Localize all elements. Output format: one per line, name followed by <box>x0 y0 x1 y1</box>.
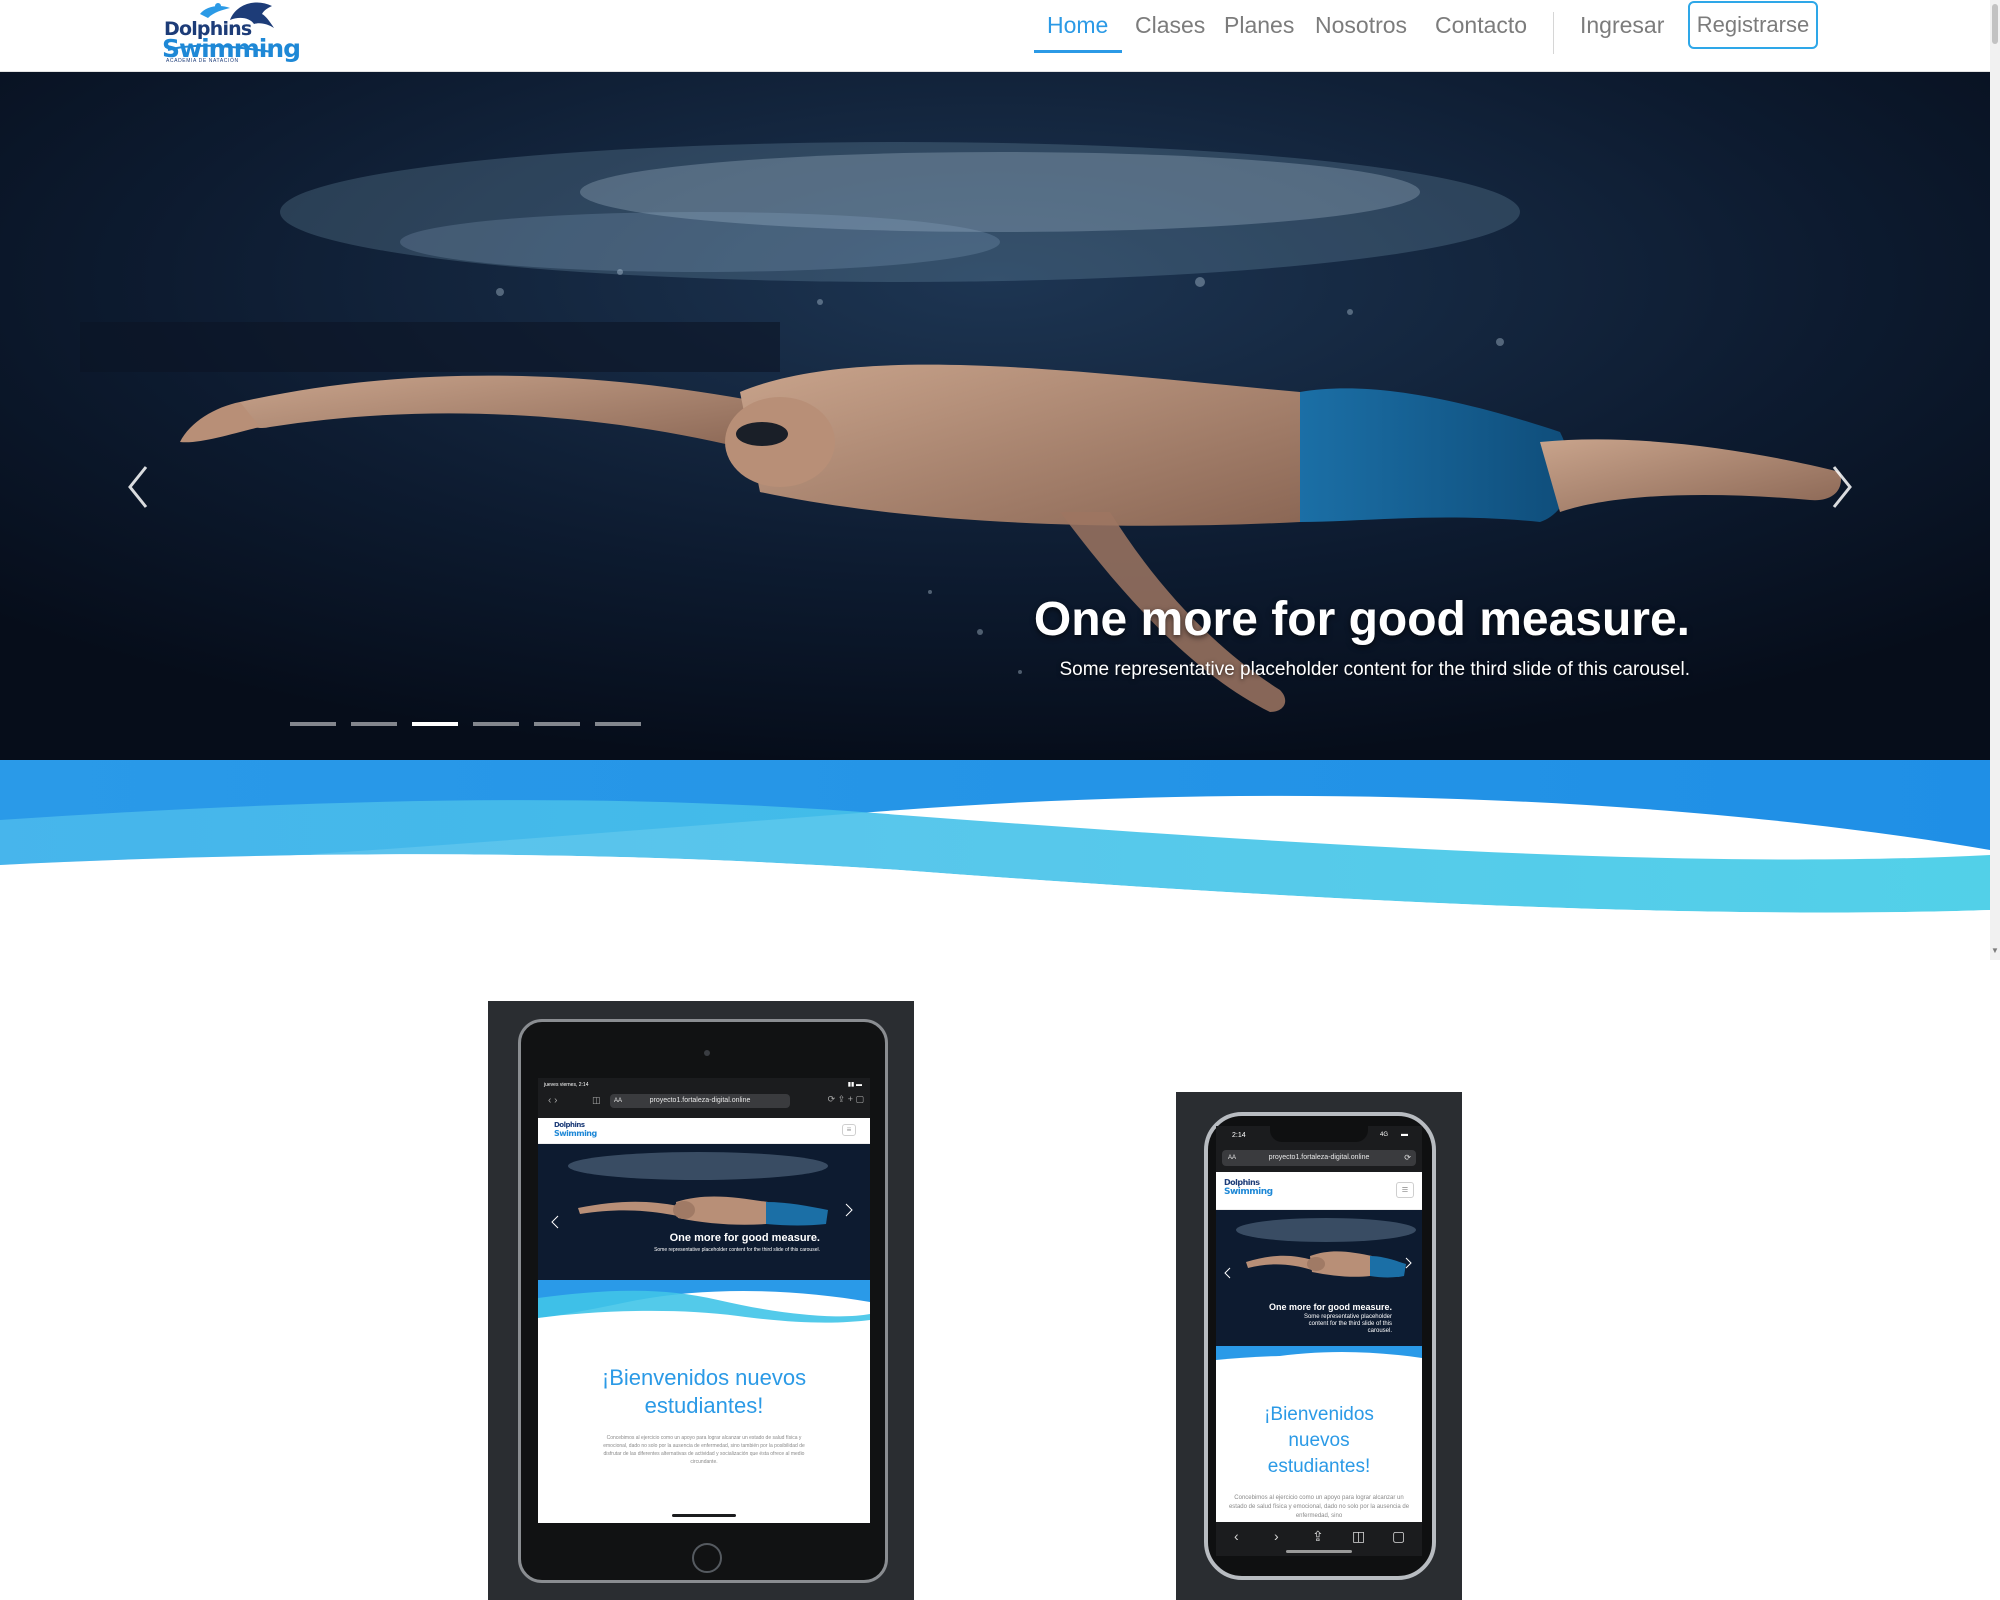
navbar: Dolphins Swimming ACADEMIA DE NATACIÓN H… <box>0 0 1990 72</box>
carousel-caption-text: Some representative placeholder content … <box>1059 659 1690 680</box>
tablet-swimmer-photo <box>538 1144 870 1280</box>
tablet-caption-title: One more for good measure. <box>669 1232 820 1244</box>
nav-home[interactable]: Home <box>1047 12 1108 39</box>
tablet-status-text: jueves viernes, 2:14 <box>544 1082 589 1088</box>
phone-notch <box>1270 1126 1368 1142</box>
battery-icon: ▬ <box>1401 1131 1408 1138</box>
phone-url-bar[interactable]: AA proyecto1.fortaleza-digital.online ⟳ <box>1222 1150 1416 1166</box>
back-icon[interactable]: ‹ <box>1234 1528 1239 1544</box>
phone-caption-text: Some representative placeholder content … <box>1303 1314 1392 1334</box>
page: Dolphins Swimming ACADEMIA DE NATACIÓN H… <box>0 0 2000 1600</box>
scrollbar-thumb[interactable] <box>1992 4 1998 44</box>
nav-clases[interactable]: Clases <box>1135 12 1205 39</box>
page-scrollbar[interactable]: ▼ <box>1990 0 2000 960</box>
tablet-url-bar[interactable]: AA proyecto1.fortaleza-digital.online <box>610 1094 790 1108</box>
nav-divider <box>1553 12 1554 54</box>
phone-body-text: Concebimos al ejercicio como un apoyo pa… <box>1228 1495 1410 1519</box>
tabs-icon[interactable]: ▢ <box>1392 1528 1405 1545</box>
reload-icon[interactable]: ⟳ <box>1404 1150 1411 1166</box>
tablet-caption-text: Some representative placeholder content … <box>654 1247 820 1253</box>
brand-tagline: ACADEMIA DE NATACIÓN <box>166 58 239 64</box>
tablet-site-nav: Dolphins Swimming ≡ <box>538 1118 870 1144</box>
menu-icon[interactable]: ≡ <box>842 1124 856 1136</box>
login-link[interactable]: Ingresar <box>1580 12 1664 39</box>
carousel-indicator[interactable] <box>290 722 336 726</box>
brand-logo[interactable]: Dolphins Swimming ACADEMIA DE NATACIÓN <box>160 0 301 68</box>
swimmer-photo <box>0 72 1990 767</box>
phone-site-hero: One more for good measure. Some represen… <box>1216 1210 1422 1346</box>
book-icon: ◫ <box>592 1095 601 1105</box>
tablet-browser-chrome: jueves viernes, 2:14 ▮▮ ▬ ‹ › ◫ AA proye… <box>538 1078 870 1118</box>
nav-nosotros[interactable]: Nosotros <box>1315 12 1407 39</box>
active-nav-indicator <box>1034 50 1122 53</box>
nav-planes[interactable]: Planes <box>1224 12 1294 39</box>
carousel-indicator-active[interactable] <box>412 722 458 726</box>
phone-status-signal: 4G <box>1379 1132 1388 1138</box>
phone-url-text: proyecto1.fortaleza-digital.online <box>1268 1154 1370 1161</box>
tablet-screen: jueves viernes, 2:14 ▮▮ ▬ ‹ › ◫ AA proye… <box>538 1078 870 1523</box>
tablet-body-text: Concebimos al ejercicio como un apoyo pa… <box>603 1435 805 1465</box>
tablet-url-text: proyecto1.fortaleza-digital.online <box>649 1097 751 1104</box>
battery-icon: ▮▮ ▬ <box>847 1082 862 1088</box>
tablet-site-logo: Dolphins Swimming <box>554 1121 597 1138</box>
phone-home-indicator <box>1286 1550 1352 1553</box>
scroll-down-icon[interactable]: ▼ <box>1991 946 1999 955</box>
wave-divider <box>0 760 1990 920</box>
carousel-indicator[interactable] <box>595 722 641 726</box>
forward-icon[interactable]: › <box>1274 1528 1279 1544</box>
share-icon[interactable]: ⇪ <box>1312 1528 1324 1545</box>
carousel-next-icon[interactable] <box>1822 457 1862 517</box>
hero-carousel: One more for good measure. Some represen… <box>0 72 1990 767</box>
phone-site-nav: Dolphins Swimming ≡ <box>1216 1172 1422 1210</box>
carousel-indicator[interactable] <box>351 722 397 726</box>
phone-caption-title: One more for good measure. <box>1268 1302 1392 1312</box>
tablet-welcome-heading: ¡Bienvenidos nuevos estudiantes! <box>601 1365 807 1418</box>
browser-actions-icon: ⟳ ⇪ + ▢ <box>827 1094 864 1104</box>
menu-icon[interactable]: ≡ <box>1396 1182 1414 1198</box>
tablet-home-indicator <box>672 1514 736 1517</box>
phone-status-time: 2:14 <box>1232 1132 1246 1139</box>
bookmarks-icon[interactable]: ◫ <box>1352 1528 1365 1545</box>
phone-site-logo: Dolphins Swimming <box>1224 1178 1273 1197</box>
carousel-indicator[interactable] <box>473 722 519 726</box>
phone-welcome-heading: ¡Bienvenidos nuevos estudiantes! <box>1264 1404 1374 1477</box>
phone-screen: 2:14 4G ▬ AA proyecto1.fortaleza-digital… <box>1216 1126 1422 1522</box>
camera-icon <box>704 1050 710 1056</box>
carousel-caption-title: One more for good measure. <box>1033 593 1690 646</box>
tablet-site-hero: One more for good measure. Some represen… <box>538 1144 870 1280</box>
nav-contacto[interactable]: Contacto <box>1435 12 1527 39</box>
home-button-icon <box>692 1543 722 1573</box>
phone-wave <box>1216 1346 1422 1368</box>
carousel-prev-icon[interactable] <box>118 457 158 517</box>
back-icon: ‹ › <box>548 1095 558 1106</box>
register-button[interactable]: Registrarse <box>1688 1 1818 49</box>
carousel-indicator[interactable] <box>534 722 580 726</box>
tablet-wave <box>538 1280 870 1324</box>
phone-safari-toolbar: ‹ › ⇪ ◫ ▢ <box>1216 1522 1422 1556</box>
